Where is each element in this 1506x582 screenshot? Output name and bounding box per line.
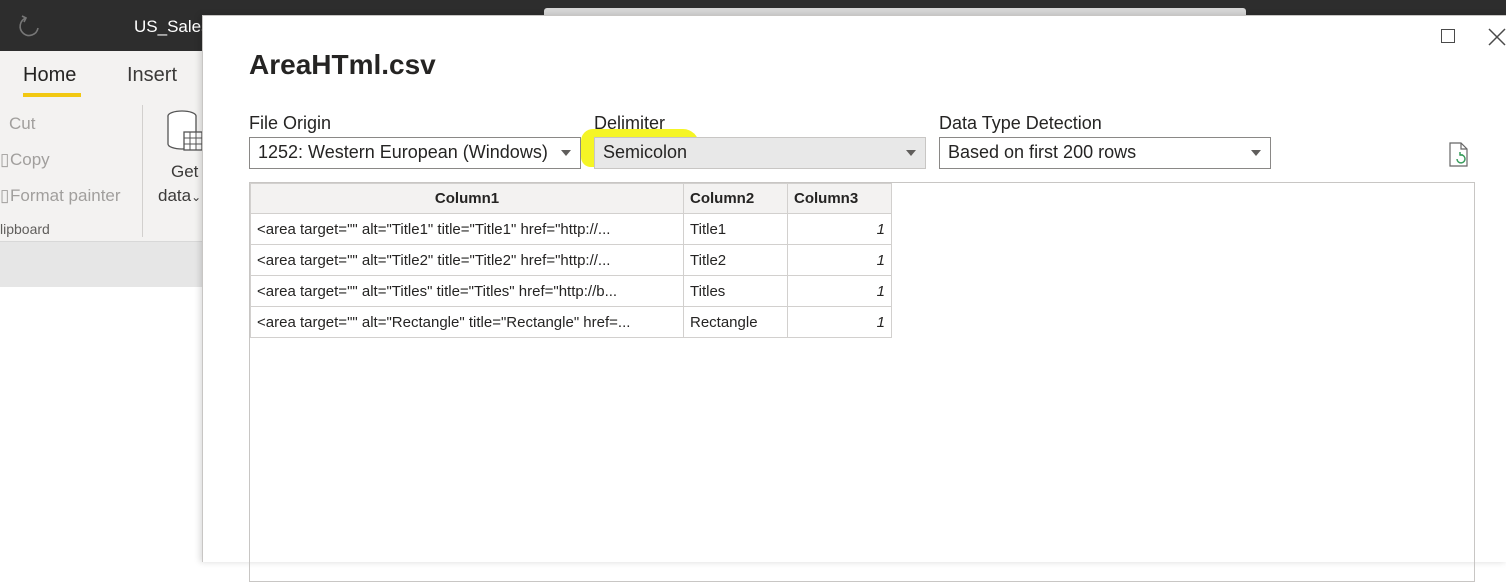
table-cell: 1: [787, 275, 892, 307]
format-painter-label: Format painter: [10, 186, 121, 205]
cut-label: Cut: [9, 114, 36, 133]
tab-home[interactable]: Home: [23, 64, 76, 87]
redo-icon[interactable]: [18, 12, 44, 38]
get-data-label-2: data: [158, 186, 192, 205]
ribbon-separator: [142, 105, 143, 237]
file-origin-value: 1252: Western European (Windows): [258, 142, 548, 162]
data-preview[interactable]: Column1 Column2 Column3 <area target="" …: [249, 182, 1475, 582]
csv-import-dialog: AreaHTml.csv File Origin Delimiter Data …: [202, 15, 1506, 582]
table-row: <area target="" alt="Rectangle" title="R…: [250, 306, 892, 338]
data-type-detection-label: Data Type Detection: [939, 113, 1102, 133]
get-data-label[interactable]: Get: [171, 162, 198, 182]
preview-table: Column1 Column2 Column3 <area target="" …: [250, 183, 892, 338]
data-type-detection-value: Based on first 200 rows: [948, 142, 1137, 162]
table-cell: <area target="" alt="Title1" title="Titl…: [250, 213, 684, 245]
dialog-title: AreaHTml.csv: [249, 49, 436, 80]
table-header-row: Column1 Column2 Column3: [250, 183, 892, 214]
tab-home-underline: [23, 93, 81, 97]
table-cell: <area target="" alt="Titles" title="Titl…: [250, 275, 684, 307]
column-header[interactable]: Column3: [787, 183, 892, 214]
chevron-down-icon: ⌄: [191, 190, 202, 204]
delimiter-value: Semicolon: [603, 142, 688, 162]
table-cell: Rectangle: [683, 306, 788, 338]
column-header[interactable]: Column1: [250, 183, 684, 214]
maximize-icon[interactable]: [1441, 29, 1455, 43]
tab-insert[interactable]: Insert: [127, 64, 177, 87]
chevron-down-icon: [906, 150, 916, 156]
format-painter-button[interactable]: ▯Format painter: [0, 186, 121, 206]
get-data-dropdown[interactable]: data⌄: [158, 186, 201, 206]
app-title: US_Sales: [134, 17, 210, 36]
ribbon-footer: [0, 241, 202, 287]
table-cell: <area target="" alt="Rectangle" title="R…: [250, 306, 684, 338]
data-type-detection-select[interactable]: Based on first 200 rows: [939, 137, 1271, 169]
copy-label: Copy: [10, 150, 50, 169]
copy-button[interactable]: ▯Copy: [0, 150, 50, 170]
column-header[interactable]: Column2: [683, 183, 788, 214]
table-cell: Title1: [683, 213, 788, 245]
delimiter-select[interactable]: Semicolon: [594, 137, 926, 169]
database-icon[interactable]: [164, 108, 202, 156]
table-cell: Titles: [683, 275, 788, 307]
table-cell: 1: [787, 244, 892, 276]
refresh-icon[interactable]: [1447, 142, 1471, 168]
file-origin-label: File Origin: [249, 113, 332, 133]
table-row: <area target="" alt="Title1" title="Titl…: [250, 213, 892, 245]
clipboard-group-label: lipboard: [0, 221, 50, 237]
format-painter-icon: ▯: [0, 186, 10, 205]
table-cell: 1: [787, 213, 892, 245]
table-row: <area target="" alt="Title2" title="Titl…: [250, 244, 892, 276]
copy-icon: ▯: [0, 150, 10, 169]
table-cell: Title2: [683, 244, 788, 276]
table-cell: 1: [787, 306, 892, 338]
table-row: <area target="" alt="Titles" title="Titl…: [250, 275, 892, 307]
chevron-down-icon: [561, 150, 571, 156]
file-origin-select[interactable]: 1252: Western European (Windows): [249, 137, 581, 169]
close-icon[interactable]: [1487, 27, 1506, 47]
cut-button[interactable]: Cut: [9, 114, 35, 134]
chevron-down-icon: [1251, 150, 1261, 156]
table-cell: <area target="" alt="Title2" title="Titl…: [250, 244, 684, 276]
